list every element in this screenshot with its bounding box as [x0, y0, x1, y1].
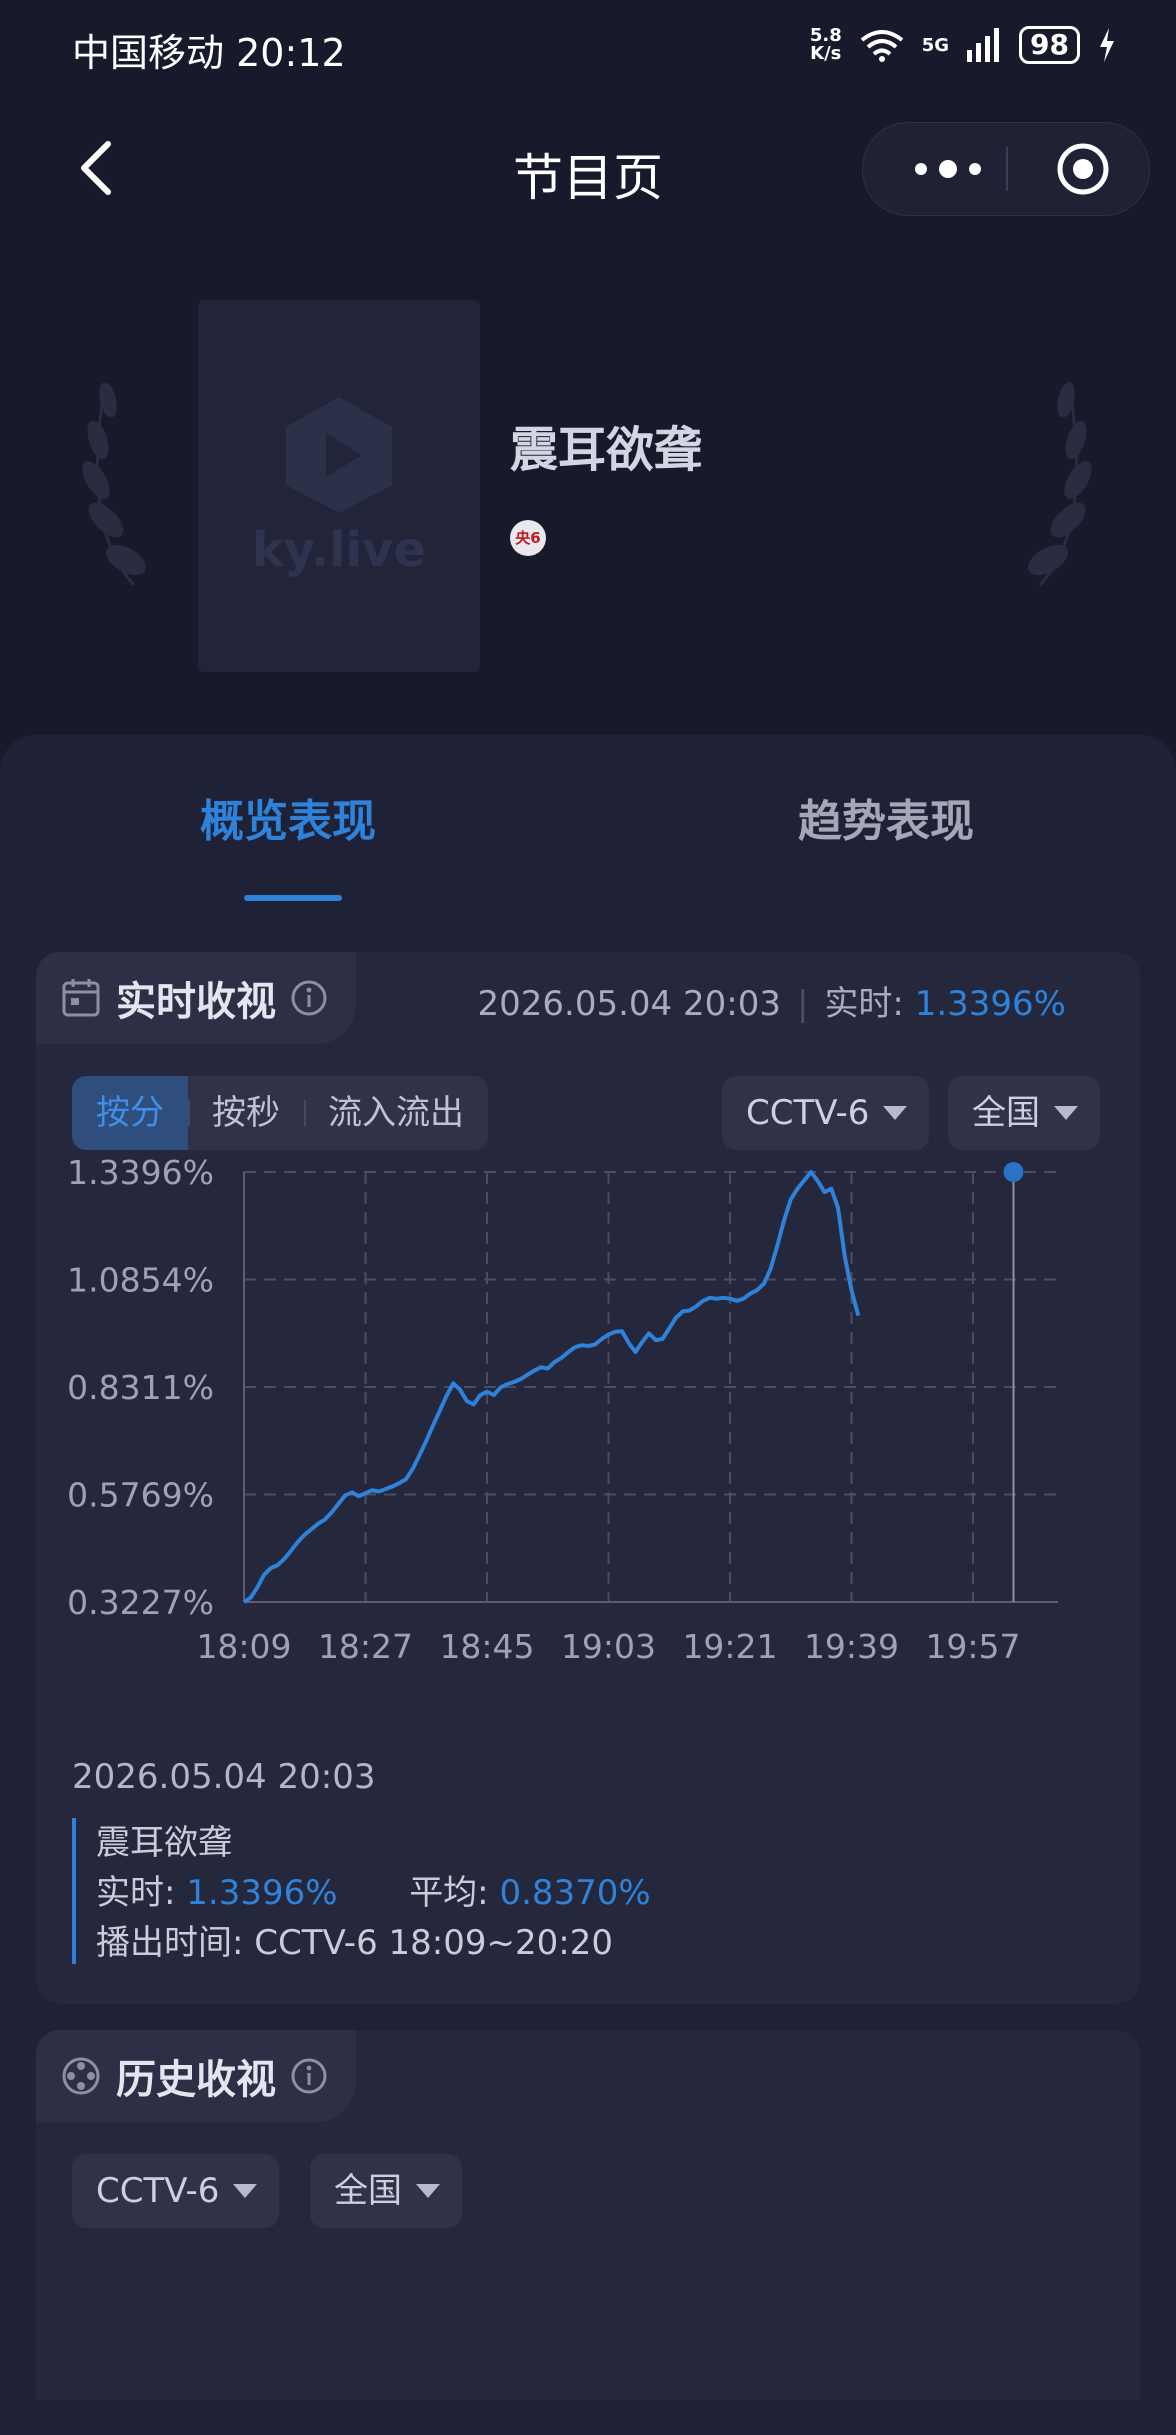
x-tick-label: 19:03: [561, 1627, 656, 1666]
x-tick-label: 19:57: [925, 1627, 1020, 1666]
network-type: 5G: [921, 34, 950, 56]
realtime-title: 实时收视: [116, 979, 276, 1025]
realtime-card-header: 实时收视: [36, 952, 356, 1044]
mode-per-second[interactable]: 按秒: [188, 1076, 304, 1150]
history-region-value: 全国: [334, 2171, 402, 2211]
caret-down-icon: [416, 2184, 440, 2198]
tab-overview[interactable]: 概览表现: [200, 785, 376, 849]
caret-down-icon: [1054, 1106, 1078, 1120]
legend-values: 实时: 1.3396% 平均: 0.8370%: [96, 1868, 796, 1918]
y-tick-label: 1.3396%: [67, 1153, 214, 1192]
realtime-line-chart[interactable]: 0.3227% 0.5769% 0.8311% 1.0854% 1.3396% 18:09…: [36, 1142, 1140, 1702]
y-tick-label: 0.5769%: [67, 1476, 214, 1515]
region-dropdown[interactable]: 全国: [948, 1076, 1100, 1150]
realtime-card: 实时收视 2026.05.04 20:03 | 实时: 1.3396% 按分 按秒 …: [36, 952, 1140, 2004]
legend-average-label: 平均:: [409, 1873, 489, 1913]
legend-average-value: 0.8370%: [499, 1873, 651, 1913]
poster-logo-text: ky.live: [252, 522, 426, 578]
calendar-icon: [62, 979, 100, 1017]
legend-realtime-value: 1.3396%: [186, 1873, 338, 1913]
more-dots-icon[interactable]: [903, 147, 993, 191]
capsule-divider: [1006, 147, 1008, 191]
legend-airtime-label: 播出时间:: [96, 1923, 244, 1963]
charging-icon: [1100, 28, 1114, 62]
history-card: 历史收视 CCTV-6 全国: [36, 2030, 1140, 2400]
active-tab-indicator: [244, 895, 342, 901]
realtime-label: 实时:: [824, 984, 904, 1024]
battery-indicator: 98: [1019, 26, 1080, 64]
tab-trend[interactable]: 趋势表现: [798, 785, 974, 849]
legend-timestamp: 2026.05.04 20:03: [72, 1757, 376, 1797]
film-reel-icon: [62, 2057, 100, 2095]
x-tick-label: 19:21: [682, 1627, 777, 1666]
realtime-value: 1.3396%: [914, 984, 1066, 1024]
nav-bar: 节目页: [0, 110, 1176, 230]
mode-inflow-outflow[interactable]: 流入流出: [304, 1076, 488, 1150]
info-icon[interactable]: [290, 979, 328, 1017]
granularity-switch: 按分 按秒 流入流出: [72, 1076, 488, 1150]
close-target-icon[interactable]: [1055, 141, 1111, 197]
laurel-left-icon: [82, 382, 146, 587]
summary-divider: |: [796, 984, 809, 1024]
history-title: 历史收视: [116, 2057, 276, 2103]
signal-icon: [967, 28, 1000, 62]
region-dropdown-value: 全国: [972, 1093, 1040, 1133]
history-channel-value: CCTV-6: [96, 2171, 220, 2211]
miniprogram-capsule: [862, 122, 1150, 216]
legend-program: 震耳欲聋: [96, 1823, 232, 1863]
status-left: 中国移动 20:12: [72, 22, 346, 77]
legend-airtime: 播出时间: CCTV-6 18:09~20:20: [96, 1918, 796, 1968]
history-region-dropdown[interactable]: 全国: [310, 2154, 462, 2228]
realtime-summary: 2026.05.04 20:03 | 实时: 1.3396%: [478, 976, 1067, 1025]
history-card-header: 历史收视: [36, 2030, 356, 2122]
caret-down-icon: [883, 1106, 908, 1120]
channel-dropdown[interactable]: CCTV-6: [722, 1076, 930, 1150]
history-channel-dropdown[interactable]: CCTV-6: [72, 2154, 280, 2228]
caret-down-icon: [233, 2184, 258, 2198]
y-tick-label: 0.3227%: [67, 1583, 214, 1622]
realtime-timestamp: 2026.05.04 20:03: [477, 984, 781, 1024]
wifi-icon: [860, 30, 903, 62]
y-tick-label: 1.0854%: [67, 1261, 214, 1300]
legend-airtime-value: CCTV-6 18:09~20:20: [254, 1923, 613, 1963]
status-bar: 中国移动 20:12 5.8 K/s 5G 98: [0, 0, 1176, 100]
y-tick-label: 0.8311%: [67, 1368, 214, 1407]
mode-per-minute[interactable]: 按分: [72, 1076, 188, 1150]
net-speed: 5.8 K/s: [810, 27, 842, 63]
program-poster[interactable]: ky.live: [198, 300, 480, 672]
laurel-right-icon: [1028, 382, 1092, 587]
info-icon[interactable]: [290, 2057, 328, 2095]
kylive-logo-icon: [286, 397, 392, 513]
highlight-point: [1003, 1162, 1024, 1182]
x-tick-label: 19:39: [804, 1627, 899, 1666]
legend-box: 震耳欲聋 实时: 1.3396% 平均: 0.8370% 播出时间: CCTV-…: [72, 1818, 796, 1964]
x-tick-label: 18:27: [318, 1627, 413, 1666]
status-right: 5.8 K/s 5G 98: [810, 26, 1116, 64]
channel-logo-badge: 央6: [510, 520, 546, 556]
channel-dropdown-value: CCTV-6: [746, 1093, 870, 1133]
x-tick-label: 18:45: [439, 1627, 534, 1666]
program-title: 震耳欲聋: [510, 422, 703, 478]
carrier: 中国移动: [72, 31, 225, 75]
legend-realtime-label: 实时:: [96, 1873, 176, 1913]
clock: 20:12: [236, 31, 346, 75]
net-speed-unit: K/s: [810, 43, 842, 64]
x-tick-label: 18:09: [196, 1627, 291, 1666]
